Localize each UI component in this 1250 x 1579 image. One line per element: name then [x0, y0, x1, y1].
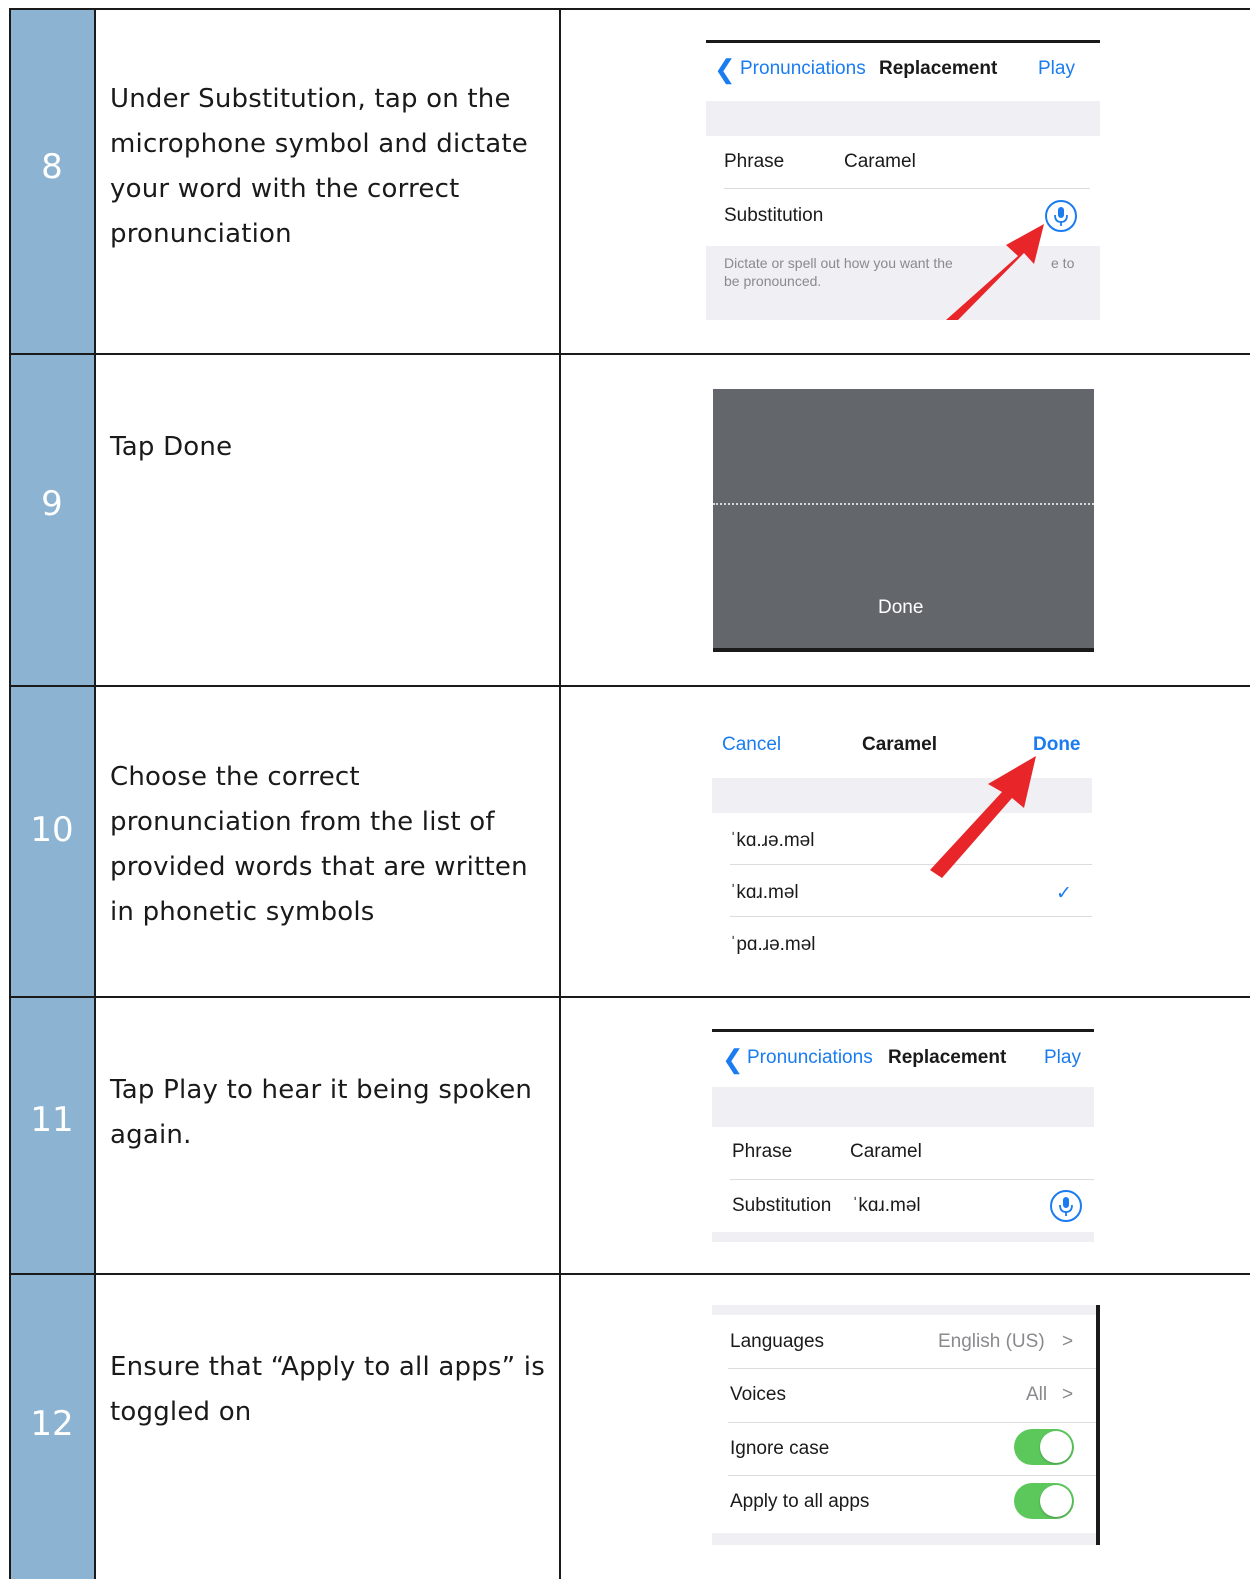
red-arrow-icon [946, 224, 1044, 320]
step-number-column [10, 8, 94, 1579]
column-divider-image [559, 8, 561, 1579]
step-9-screenshot: Done [713, 389, 1094, 652]
instruction-table: 8 Under Substitution, tap on the microph… [0, 0, 1250, 1579]
step-8-screenshot: ❮ Pronunciations Replacement Play Phrase… [706, 40, 1100, 320]
voices-label: Voices [730, 1384, 786, 1405]
step-11-screenshot: ❮ Pronunciations Replacement Play Phrase… [712, 1029, 1094, 1242]
microphone-icon[interactable] [1050, 1190, 1082, 1222]
nav-title: Replacement [888, 1047, 1007, 1068]
step-number: 9 [41, 484, 63, 524]
step-number: 11 [30, 1100, 74, 1140]
row-divider-11-12 [10, 1273, 1250, 1275]
phrase-label: Phrase [732, 1141, 793, 1162]
row-divider-10-11 [10, 996, 1250, 998]
languages-label: Languages [730, 1331, 825, 1352]
step-instruction: Tap Done [110, 432, 233, 462]
chevron-right-icon: > [1062, 1331, 1074, 1352]
table-border-top [10, 8, 1250, 10]
voices-value[interactable]: All [1026, 1384, 1047, 1406]
play-button[interactable]: Play [1044, 1047, 1081, 1069]
phrase-value[interactable]: Caramel [850, 1141, 922, 1163]
done-button[interactable]: Done [878, 597, 923, 619]
step-number: 8 [41, 147, 63, 187]
languages-value[interactable]: English (US) [938, 1331, 1045, 1353]
step-instruction: Tap Play to hear it being spoken again. [110, 1075, 533, 1150]
back-chevron-icon[interactable]: ❮ [722, 1044, 744, 1075]
ignore-case-toggle[interactable] [1014, 1429, 1074, 1465]
substitution-value[interactable]: ˈkɑɹ.məl [852, 1195, 921, 1217]
column-divider-number [94, 8, 96, 1579]
step-number: 10 [30, 810, 74, 850]
apply-to-all-apps-toggle[interactable] [1014, 1483, 1074, 1519]
table-border-left [9, 8, 11, 1579]
ignore-case-label: Ignore case [730, 1438, 830, 1459]
row-divider-8-9 [10, 353, 1250, 355]
step-instruction: Ensure that “Apply to all apps” is toggl… [110, 1352, 545, 1427]
row-divider-9-10 [10, 685, 1250, 687]
red-arrow-icon [930, 756, 1036, 878]
step-12-screenshot: Languages English (US) > Voices All > Ig… [712, 1305, 1100, 1545]
substitution-label: Substitution [732, 1195, 832, 1216]
step-instruction: Choose the correct pronunciation from th… [110, 762, 528, 927]
apply-to-all-apps-label: Apply to all apps [730, 1491, 870, 1512]
back-button[interactable]: Pronunciations [747, 1047, 873, 1069]
step-instruction: Under Substitution, tap on the microphon… [110, 84, 528, 249]
step-10-screenshot: Cancel Caramel Done ˈkɑ.ɹə.məl ˈkɑɹ.məl … [712, 718, 1092, 973]
chevron-right-icon: > [1062, 1384, 1074, 1405]
step-number: 12 [30, 1404, 74, 1444]
